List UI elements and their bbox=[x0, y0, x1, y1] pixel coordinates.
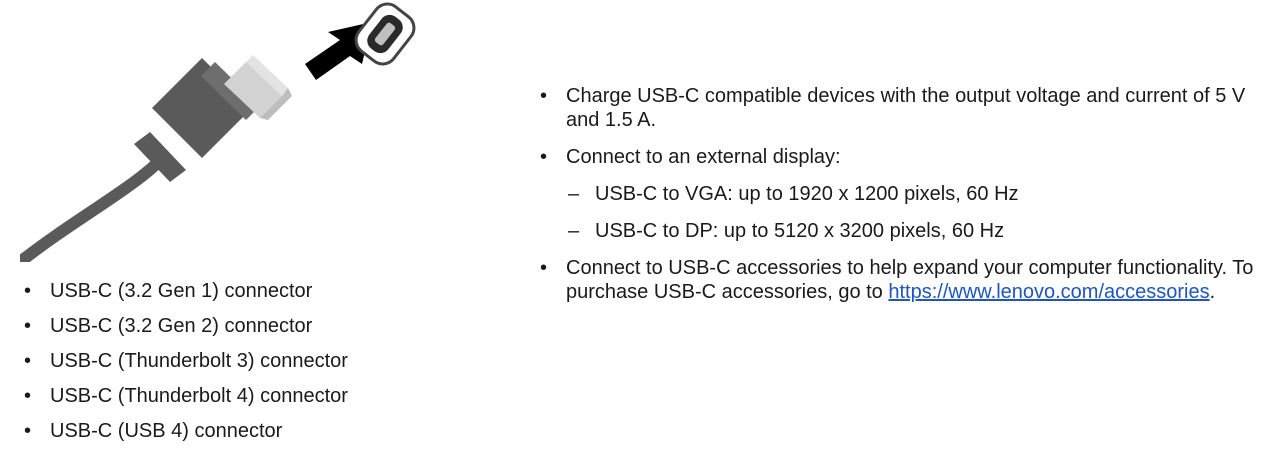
features-list: • Charge USB-C compatible devices with t… bbox=[538, 84, 1258, 317]
feature-charge: • Charge USB-C compatible devices with t… bbox=[538, 84, 1258, 132]
display-option-text: USB-C to VGA: up to 1920 x 1200 pixels, … bbox=[595, 183, 1019, 205]
display-option-text: USB-C to DP: up to 5120 x 3200 pixels, 6… bbox=[595, 220, 1005, 242]
bullet: • bbox=[24, 350, 32, 372]
list-item: • USB-C (Thunderbolt 4) connector bbox=[22, 384, 348, 408]
bullet: • bbox=[540, 257, 548, 279]
bullet: • bbox=[540, 146, 548, 168]
feature-text: Charge USB-C compatible devices with the… bbox=[566, 85, 1246, 131]
feature-text-end: . bbox=[1209, 281, 1216, 303]
dash: – bbox=[568, 220, 580, 242]
usb-c-cable-illustration bbox=[20, 2, 416, 262]
bullet: • bbox=[24, 315, 32, 337]
connector-label: USB-C (Thunderbolt 3) connector bbox=[50, 350, 348, 372]
connector-label: USB-C (3.2 Gen 2) connector bbox=[50, 315, 313, 337]
list-item: • USB-C (Thunderbolt 3) connector bbox=[22, 349, 348, 373]
connector-label: USB-C (USB 4) connector bbox=[50, 420, 283, 442]
connector-label: USB-C (3.2 Gen 1) connector bbox=[50, 280, 313, 302]
bullet: • bbox=[540, 85, 548, 107]
feature-text: Connect to an external display: bbox=[566, 146, 841, 168]
list-item: • USB-C (3.2 Gen 2) connector bbox=[22, 314, 348, 338]
feature-accessories: • Connect to USB-C accessories to help e… bbox=[538, 256, 1258, 304]
list-item: • USB-C (3.2 Gen 1) connector bbox=[22, 279, 348, 303]
bullet: • bbox=[24, 280, 32, 302]
accessories-link[interactable]: https://​www.lenovo.com/accessories bbox=[888, 281, 1209, 303]
feature-display: • Connect to an external display: bbox=[538, 145, 1258, 169]
display-option: – USB-C to VGA: up to 1920 x 1200 pixels… bbox=[538, 182, 1258, 206]
bullet: • bbox=[24, 385, 32, 407]
connector-label: USB-C (Thunderbolt 4) connector bbox=[50, 385, 348, 407]
connector-types-list: • USB-C (3.2 Gen 1) connector • USB-C (3… bbox=[22, 279, 348, 454]
display-option: – USB-C to DP: up to 5120 x 3200 pixels,… bbox=[538, 219, 1258, 243]
dash: – bbox=[568, 183, 580, 205]
list-item: • USB-C (USB 4) connector bbox=[22, 419, 348, 443]
bullet: • bbox=[24, 420, 32, 442]
